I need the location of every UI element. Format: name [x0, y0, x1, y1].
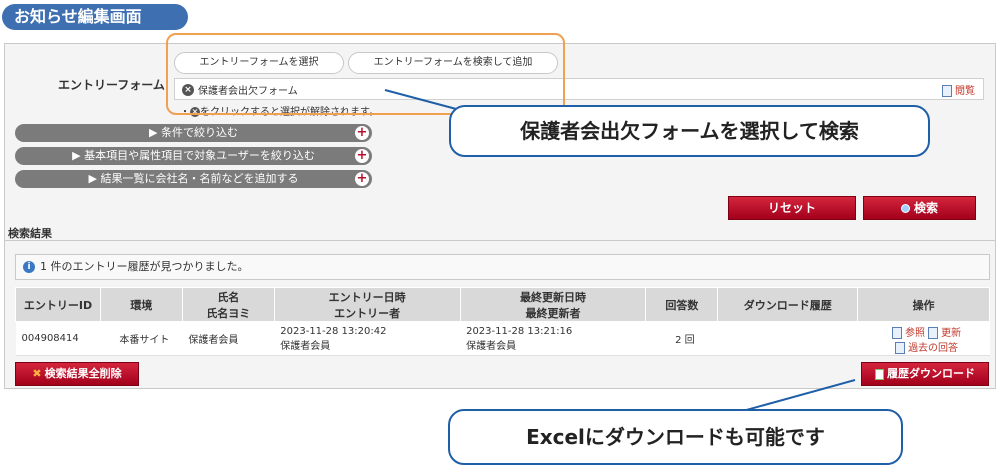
history-download-button[interactable]: 履歴ダウンロード [861, 362, 989, 386]
cell-entry-id: 004908414 [15, 321, 101, 356]
col-environment[interactable]: 環境 [99, 287, 183, 322]
col-entry-datetime[interactable]: エントリー日時 エントリー者 [273, 287, 461, 322]
col-operations: 操作 [857, 287, 990, 322]
plus-icon: + [355, 125, 369, 140]
document-icon [895, 341, 906, 354]
col-last-update-label: 最終更新日時 [519, 290, 586, 304]
col-last-update[interactable]: 最終更新日時 最終更新者 [459, 287, 647, 322]
cell-operations: 参照 更新 過去の回答 [857, 321, 990, 356]
past-answers-link[interactable]: 過去の回答 [895, 341, 959, 354]
form-selector-highlight [166, 33, 565, 115]
results-message-text: 1 件のエントリー履歴が見つかりました。 [40, 260, 249, 273]
history-download-label: 履歴ダウンロード [887, 367, 975, 380]
past-answers-label: 過去の回答 [908, 342, 959, 354]
col-download-history: ダウンロード履歴 [717, 287, 859, 322]
view-link-label: 閲覧 [955, 86, 975, 97]
entry-datetime-value: 2023-11-28 13:20:42 [280, 325, 387, 337]
info-icon: i [23, 261, 35, 273]
col-entry-user-label: エントリー者 [334, 306, 401, 320]
update-entry-link[interactable]: 更新 [928, 326, 962, 339]
last-updater-value: 保護者会員 [466, 340, 517, 352]
cell-last-update: 2023-11-28 13:21:16 保護者会員 [460, 321, 646, 356]
col-entry-id[interactable]: エントリーID [15, 287, 101, 322]
results-message: i 1 件のエントリー履歴が見つかりました。 [15, 254, 990, 280]
col-answer-count[interactable]: 回答数 [645, 287, 719, 322]
cell-download-history [717, 321, 858, 356]
document-icon [891, 326, 902, 339]
last-update-value: 2023-11-28 13:21:16 [466, 325, 573, 337]
results-table: エントリーID 環境 氏名氏名ヨミ エントリー日時 エントリー者 最終更新日時 最終… [15, 287, 990, 356]
plus-icon: + [355, 171, 369, 186]
document-icon [942, 85, 952, 97]
col-name-kana-label: 氏名ヨミ [206, 306, 251, 320]
col-name-label: 氏名 [217, 290, 240, 304]
narrow-conditions-toggle[interactable]: ▶ 条件で絞り込む + [15, 124, 372, 142]
close-icon: ✖ [32, 367, 42, 380]
view-entry-link[interactable]: 参照 [891, 326, 925, 339]
edit-icon [928, 326, 939, 339]
add-columns-toggle[interactable]: ▶ 結果一覧に会社名・名前などを追加する + [15, 170, 372, 188]
view-link[interactable]: 閲覧 [942, 82, 975, 97]
view-entry-label: 参照 [904, 327, 925, 339]
delete-all-results-button[interactable]: ✖ 検索結果全削除 [15, 362, 139, 386]
table-row: 004908414 本番サイト 保護者会員 2023-11-28 13:20:4… [15, 321, 990, 356]
divider [4, 240, 996, 241]
cell-answer-count: 2 回 [645, 321, 718, 356]
delete-all-label: 検索結果全削除 [44, 367, 122, 380]
entry-user-value: 保護者会員 [280, 340, 331, 352]
page-title: お知らせ編集画面 [2, 4, 188, 30]
narrow-users-label: ▶ 基本項目や属性項目で対象ユーザーを絞り込む [72, 149, 315, 162]
update-entry-label: 更新 [941, 327, 962, 339]
plus-icon: + [355, 148, 369, 163]
cell-entry-datetime: 2023-11-28 13:20:42 保護者会員 [274, 321, 461, 356]
col-name[interactable]: 氏名 氏名ヨミ [181, 287, 275, 322]
col-last-updater-label: 最終更新者 [525, 306, 581, 320]
results-section-label: 検索結果 [8, 227, 52, 240]
add-columns-label: ▶ 結果一覧に会社名・名前などを追加する [88, 172, 299, 185]
download-icon [875, 368, 884, 380]
reset-button[interactable]: リセット [728, 196, 856, 220]
search-icon [900, 204, 910, 213]
callout-excel-download: Excelにダウンロードも可能です [448, 409, 903, 465]
entry-form-label: エントリーフォーム [58, 78, 165, 92]
cell-environment: 本番サイト [100, 321, 183, 356]
search-button[interactable]: 検索 [863, 196, 976, 220]
table-header-row: エントリーID 環境 氏名氏名ヨミ エントリー日時 エントリー者 最終更新日時 最終… [15, 287, 990, 322]
callout-select-search: 保護者会出欠フォームを選択して検索 [449, 105, 930, 157]
cell-name: 保護者会員 [182, 321, 275, 356]
narrow-conditions-label: ▶ 条件で絞り込む [149, 126, 238, 139]
narrow-users-toggle[interactable]: ▶ 基本項目や属性項目で対象ユーザーを絞り込む + [15, 147, 372, 165]
search-button-label: 検索 [913, 201, 938, 215]
col-entry-datetime-label: エントリー日時 [328, 290, 406, 304]
